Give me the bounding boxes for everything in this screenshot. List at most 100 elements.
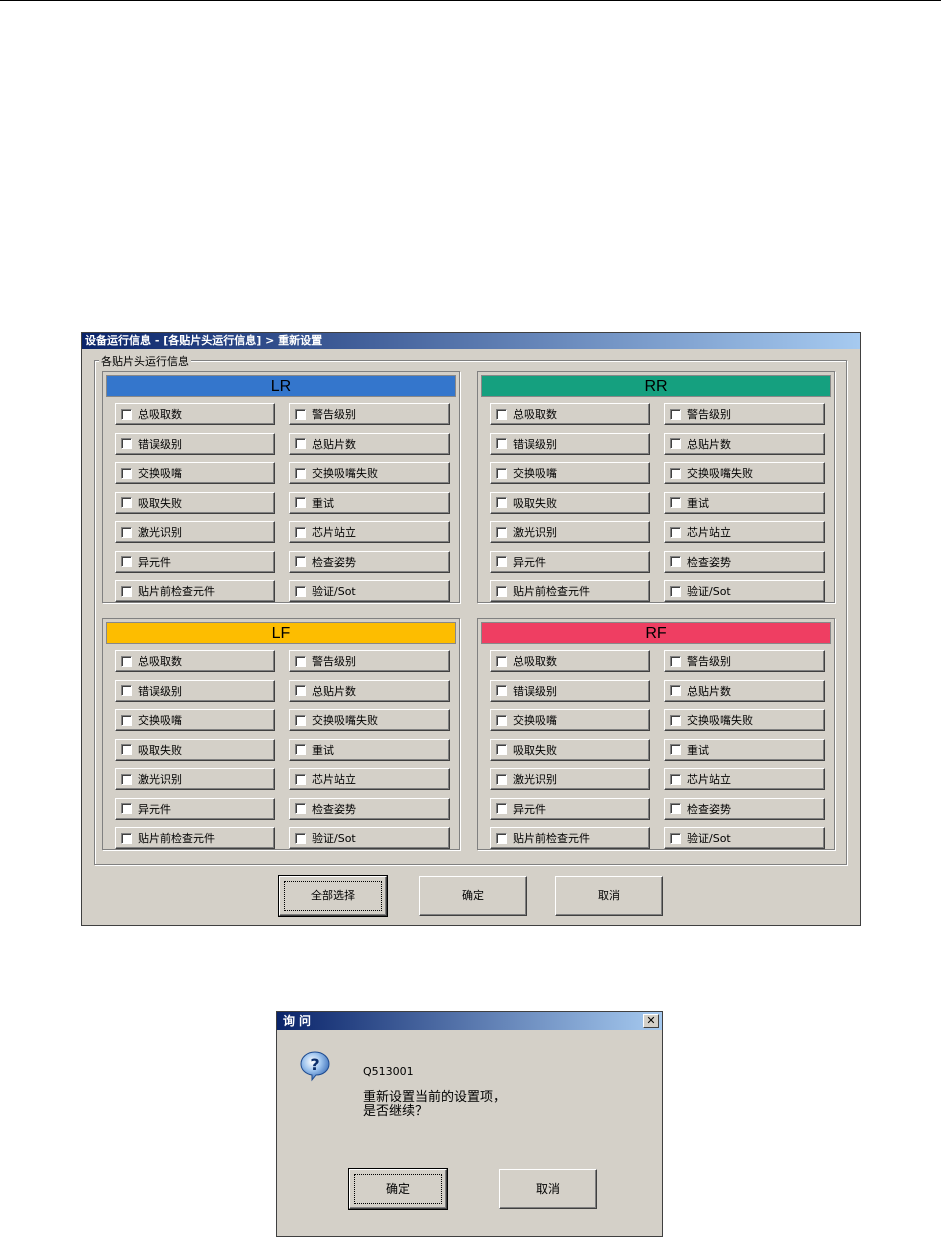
checkbox-rf-5[interactable]: 交换吸嘴失败: [664, 709, 825, 731]
checkbox-rr-5[interactable]: 交换吸嘴失败: [664, 462, 825, 484]
checkbox-lr-8[interactable]: 激光识别: [115, 521, 275, 543]
checkbox-lf-1[interactable]: 警告级别: [289, 650, 450, 672]
checkbox-square[interactable]: [295, 408, 306, 420]
checkbox-square[interactable]: [496, 467, 507, 479]
checkbox-square[interactable]: [121, 467, 132, 479]
checkbox-lf-10[interactable]: 异元件: [115, 797, 275, 820]
checkbox-square[interactable]: [496, 526, 507, 538]
cancel-button[interactable]: 取消: [555, 876, 663, 916]
checkbox-square[interactable]: [295, 467, 306, 479]
checkbox-lf-0[interactable]: 总吸取数: [115, 650, 275, 672]
checkbox-square[interactable]: [295, 744, 306, 755]
checkbox-lr-5[interactable]: 交换吸嘴失败: [289, 462, 450, 484]
checkbox-lf-4[interactable]: 交换吸嘴: [115, 709, 275, 731]
checkbox-rf-11[interactable]: 检查姿势: [664, 797, 825, 820]
checkbox-square[interactable]: [295, 685, 306, 696]
checkbox-square[interactable]: [670, 556, 681, 567]
checkbox-rr-13[interactable]: 验证/Sot: [664, 580, 825, 602]
checkbox-square[interactable]: [670, 497, 681, 508]
checkbox-square[interactable]: [496, 832, 507, 844]
checkbox-square[interactable]: [121, 497, 132, 508]
checkbox-rf-10[interactable]: 异元件: [490, 797, 650, 820]
window-title[interactable]: 设备运行信息 - [各贴片头运行信息] > 重新设置: [82, 333, 860, 349]
checkbox-square[interactable]: [121, 585, 132, 597]
checkbox-square[interactable]: [496, 773, 507, 785]
checkbox-rf-1[interactable]: 警告级别: [664, 650, 825, 672]
checkbox-square[interactable]: [121, 408, 132, 420]
checkbox-lf-7[interactable]: 重试: [289, 738, 450, 761]
checkbox-lr-0[interactable]: 总吸取数: [115, 403, 275, 425]
checkbox-rf-13[interactable]: 验证/Sot: [664, 827, 825, 849]
checkbox-rr-0[interactable]: 总吸取数: [490, 403, 650, 425]
checkbox-rf-12[interactable]: 贴片前检查元件: [490, 827, 650, 849]
checkbox-lr-3[interactable]: 总贴片数: [289, 432, 450, 455]
checkbox-rr-9[interactable]: 芯片站立: [664, 521, 825, 543]
checkbox-square[interactable]: [496, 803, 507, 814]
checkbox-rr-3[interactable]: 总贴片数: [664, 432, 825, 455]
select-all-button[interactable]: 全部选择: [278, 875, 388, 917]
checkbox-lr-6[interactable]: 吸取失败: [115, 491, 275, 514]
checkbox-square[interactable]: [496, 585, 507, 597]
checkbox-square[interactable]: [121, 438, 132, 449]
checkbox-lf-5[interactable]: 交换吸嘴失败: [289, 709, 450, 731]
checkbox-lr-1[interactable]: 警告级别: [289, 403, 450, 425]
checkbox-rr-10[interactable]: 异元件: [490, 550, 650, 573]
checkbox-rr-8[interactable]: 激光识别: [490, 521, 650, 543]
checkbox-square[interactable]: [670, 714, 681, 726]
checkbox-lr-4[interactable]: 交换吸嘴: [115, 462, 275, 484]
checkbox-lf-3[interactable]: 总贴片数: [289, 679, 450, 702]
dialog-ok-button[interactable]: 确定: [348, 1168, 448, 1210]
close-button[interactable]: ✕: [643, 1014, 659, 1028]
checkbox-rf-9[interactable]: 芯片站立: [664, 768, 825, 790]
checkbox-square[interactable]: [496, 497, 507, 508]
checkbox-lf-13[interactable]: 验证/Sot: [289, 827, 450, 849]
checkbox-square[interactable]: [295, 556, 306, 567]
checkbox-square[interactable]: [670, 773, 681, 785]
checkbox-lf-8[interactable]: 激光识别: [115, 768, 275, 790]
checkbox-rf-0[interactable]: 总吸取数: [490, 650, 650, 672]
checkbox-rr-2[interactable]: 错误级别: [490, 432, 650, 455]
checkbox-square[interactable]: [295, 714, 306, 726]
dialog-cancel-button[interactable]: 取消: [499, 1169, 597, 1209]
checkbox-rf-6[interactable]: 吸取失败: [490, 738, 650, 761]
checkbox-rf-8[interactable]: 激光识别: [490, 768, 650, 790]
checkbox-square[interactable]: [670, 685, 681, 696]
checkbox-square[interactable]: [121, 685, 132, 696]
checkbox-square[interactable]: [295, 497, 306, 508]
checkbox-lf-6[interactable]: 吸取失败: [115, 738, 275, 761]
checkbox-square[interactable]: [496, 744, 507, 755]
checkbox-square[interactable]: [496, 438, 507, 449]
checkbox-square[interactable]: [496, 685, 507, 696]
checkbox-square[interactable]: [496, 408, 507, 420]
checkbox-square[interactable]: [121, 803, 132, 814]
checkbox-square[interactable]: [670, 467, 681, 479]
checkbox-square[interactable]: [670, 655, 681, 667]
checkbox-rr-1[interactable]: 警告级别: [664, 403, 825, 425]
dialog-titlebar[interactable]: 询问 ✕: [277, 1012, 662, 1030]
checkbox-square[interactable]: [295, 655, 306, 667]
checkbox-square[interactable]: [121, 744, 132, 755]
checkbox-lf-9[interactable]: 芯片站立: [289, 768, 450, 790]
checkbox-rf-3[interactable]: 总贴片数: [664, 679, 825, 702]
ok-button[interactable]: 确定: [419, 876, 527, 916]
checkbox-square[interactable]: [295, 832, 306, 844]
checkbox-lf-2[interactable]: 错误级别: [115, 679, 275, 702]
checkbox-lr-2[interactable]: 错误级别: [115, 432, 275, 455]
checkbox-square[interactable]: [121, 832, 132, 844]
checkbox-square[interactable]: [496, 714, 507, 726]
checkbox-rr-7[interactable]: 重试: [664, 491, 825, 514]
checkbox-rr-12[interactable]: 贴片前检查元件: [490, 580, 650, 602]
checkbox-lr-13[interactable]: 验证/Sot: [289, 580, 450, 602]
checkbox-lr-7[interactable]: 重试: [289, 491, 450, 514]
checkbox-lf-12[interactable]: 贴片前检查元件: [115, 827, 275, 849]
checkbox-square[interactable]: [670, 803, 681, 814]
checkbox-rr-11[interactable]: 检查姿势: [664, 550, 825, 573]
checkbox-square[interactable]: [670, 526, 681, 538]
checkbox-lr-9[interactable]: 芯片站立: [289, 521, 450, 543]
checkbox-square[interactable]: [295, 438, 306, 449]
checkbox-square[interactable]: [121, 773, 132, 785]
checkbox-rf-2[interactable]: 错误级别: [490, 679, 650, 702]
checkbox-square[interactable]: [496, 655, 507, 667]
checkbox-lr-10[interactable]: 异元件: [115, 550, 275, 573]
checkbox-rf-7[interactable]: 重试: [664, 738, 825, 761]
